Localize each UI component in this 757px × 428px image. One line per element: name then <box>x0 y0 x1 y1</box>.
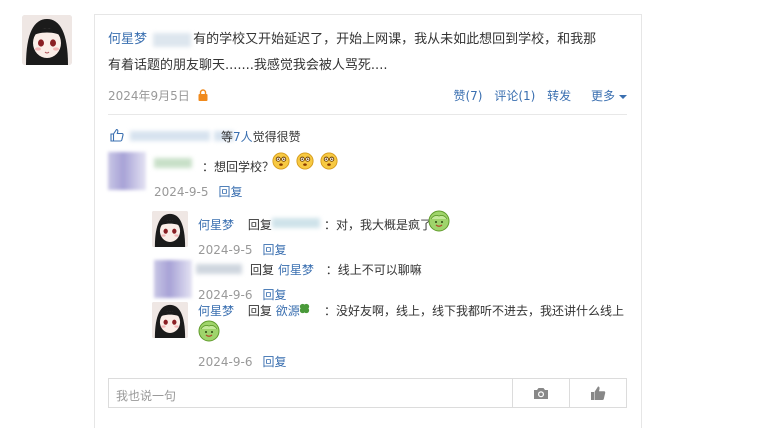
emoji-group <box>272 152 344 174</box>
likes-text: 等7人觉得很赞 <box>221 128 301 145</box>
reply-link[interactable]: 回复 <box>262 355 286 369</box>
comment-meta: 2024-9-6 回复 <box>198 286 286 303</box>
comment-input[interactable]: 我也说一句 <box>116 387 176 404</box>
camera-icon <box>534 388 548 399</box>
emoji-surprised-icon <box>320 152 338 170</box>
comment-text: ：没好友啊，线上，线下我都听不进去，我还讲什么线上 <box>324 304 625 318</box>
post-meta-row: 2024年9月5日 赞(7) 评论(1) 转发 更多 <box>108 87 628 105</box>
comment-text: ：想回学校？ <box>202 160 275 174</box>
thumbs-up-icon <box>591 386 606 400</box>
reply-link[interactable]: 回复 <box>218 185 242 199</box>
clover-icon <box>299 303 310 314</box>
likes-count[interactable]: 7人 <box>233 130 253 144</box>
reply-word: 回复 <box>247 304 272 318</box>
caret-down-icon <box>619 94 627 99</box>
commenter-avatar[interactable] <box>152 211 188 247</box>
more-label: 更多 <box>590 89 615 103</box>
comment-text: ：线上不可以聊嘛 <box>325 263 422 277</box>
post-text-line2: 有着话题的朋友聊天.......我感觉我会被人骂死.... <box>108 58 388 73</box>
reply-target-name[interactable]: 欲源 <box>276 304 300 318</box>
comment-text: ：对，我大概是疯了 <box>324 218 433 232</box>
repost-action[interactable]: 转发 <box>547 89 571 103</box>
comment-action[interactable]: 评论(1) <box>494 89 535 103</box>
post-author-name[interactable]: 何星梦 <box>108 32 147 47</box>
blurred-commenter-name[interactable] <box>154 158 192 168</box>
commenter-name[interactable]: 何星梦 <box>198 218 234 232</box>
post-date: 2024年9月5日 <box>108 89 190 103</box>
emoji-cabbage-icon <box>428 210 450 232</box>
comment-date: 2024-9-5 <box>154 185 209 199</box>
reply-link[interactable]: 回复 <box>262 243 286 257</box>
blurred-avatar[interactable] <box>108 152 146 190</box>
reply-link[interactable]: 回复 <box>262 288 286 302</box>
emoji-surprised-icon <box>296 152 314 170</box>
commenter-name[interactable]: 何星梦 <box>198 304 234 318</box>
comment-meta: 2024-9-5 回复 <box>154 183 242 200</box>
blurred-reply-target[interactable] <box>272 218 320 228</box>
comment-input-bar: 我也说一句 <box>108 378 627 408</box>
lock-icon <box>198 89 208 101</box>
blurred-commenter-name[interactable] <box>196 264 242 274</box>
comment-line: 何星梦 回复 <box>198 216 272 233</box>
blurred-avatar[interactable] <box>154 260 192 298</box>
comment-date: 2024-9-6 <box>198 288 253 302</box>
reply-target-name[interactable]: 何星梦 <box>278 263 314 277</box>
likes-suffix: 觉得很赞 <box>252 130 301 144</box>
like-button[interactable] <box>569 379 626 407</box>
thumbs-up-icon <box>110 128 124 142</box>
post-text-line1: 有的学校又开始延迟了，开始上网课，我从未如此想回到学校，和我那 <box>193 32 597 47</box>
blurred-mention <box>153 32 192 47</box>
comment-line: 回复 何星梦 ：线上不可以聊嘛 <box>250 261 422 278</box>
post-author-avatar[interactable] <box>22 15 72 65</box>
commenter-avatar[interactable] <box>152 302 188 338</box>
comment-date: 2024-9-6 <box>198 355 253 369</box>
reply-word: 回复 <box>250 263 275 277</box>
more-action[interactable]: 更多 <box>583 89 628 103</box>
post-actions: 赞(7) 评论(1) 转发 更多 <box>445 87 628 104</box>
likes-prefix: 等 <box>221 130 234 144</box>
reply-word: 回复 <box>247 218 272 232</box>
emoji-cabbage-icon <box>198 320 220 342</box>
blurred-like-names <box>130 131 210 141</box>
emoji-surprised-icon <box>272 152 290 170</box>
post-content: 何星梦 有的学校又开始延迟了，开始上网课，我从未如此想回到学校，和我那 有着话题… <box>108 27 628 79</box>
comment-date: 2024-9-5 <box>198 243 253 257</box>
like-action[interactable]: 赞(7) <box>453 89 482 103</box>
comment-meta: 2024-9-5 回复 <box>198 241 286 258</box>
photo-button[interactable] <box>512 379 570 407</box>
comment-meta: 2024-9-6 回复 <box>198 353 286 370</box>
comment-line: 何星梦 回复 欲源 <box>198 302 300 319</box>
section-divider <box>108 114 627 115</box>
